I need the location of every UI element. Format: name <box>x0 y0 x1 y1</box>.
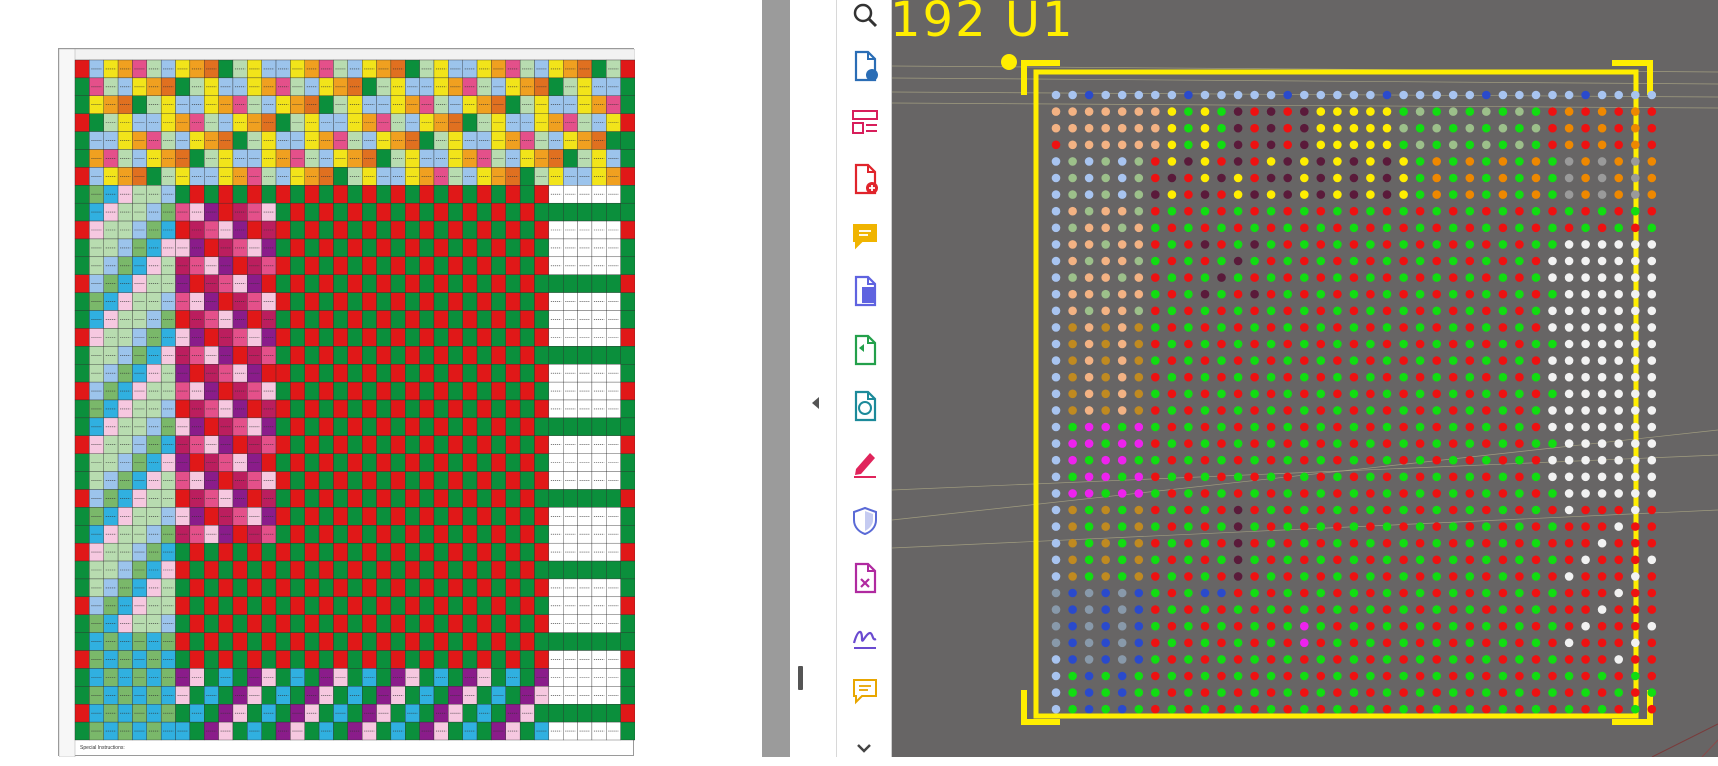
create-pdf-button[interactable] <box>846 160 884 198</box>
protect-button[interactable] <box>846 502 884 540</box>
send-for-comments-icon <box>853 679 877 705</box>
component-ref-label: 192 U1 <box>890 0 1075 48</box>
bga-footprint <box>892 54 1718 757</box>
collapse-panel-icon[interactable] <box>812 397 819 409</box>
organize-pages-button[interactable] <box>846 103 884 141</box>
compress-pdf-icon <box>854 334 877 366</box>
pcb-layout-view[interactable] <box>892 0 1718 757</box>
edit-pdf-button[interactable] <box>846 387 884 425</box>
fill-sign-button[interactable] <box>846 444 884 482</box>
request-signature-button[interactable] <box>846 616 884 654</box>
pane-resize-handle[interactable] <box>798 666 803 690</box>
organize-pages-icon <box>852 110 878 134</box>
zoom-button[interactable] <box>846 0 884 34</box>
export-pdf-icon <box>854 50 878 82</box>
export-pdf-button[interactable] <box>846 47 884 85</box>
compress-pdf-button[interactable] <box>846 331 884 369</box>
protect-icon <box>853 506 877 536</box>
combine-files-icon <box>854 275 877 307</box>
send-for-comments-button[interactable] <box>846 672 884 710</box>
redact-icon <box>854 562 877 594</box>
pinout-spreadsheet <box>58 48 636 758</box>
comment-icon <box>853 224 877 250</box>
comment-button[interactable] <box>846 217 884 255</box>
zoom-icon <box>853 3 878 28</box>
edit-pdf-icon <box>854 390 877 422</box>
document-pane: Special Instructions: <box>0 0 762 758</box>
create-pdf-icon <box>854 163 878 195</box>
request-signature-icon <box>852 630 877 649</box>
tools-sidebar <box>836 0 892 757</box>
more-tools-icon <box>857 744 871 753</box>
pane-divider[interactable] <box>762 0 790 757</box>
combine-files-button[interactable] <box>846 272 884 310</box>
more-tools-button[interactable] <box>846 728 884 766</box>
fill-sign-icon <box>854 453 876 478</box>
footer-note: Special Instructions: <box>80 745 125 751</box>
redact-button[interactable] <box>846 559 884 597</box>
pinout-grid <box>58 48 636 758</box>
